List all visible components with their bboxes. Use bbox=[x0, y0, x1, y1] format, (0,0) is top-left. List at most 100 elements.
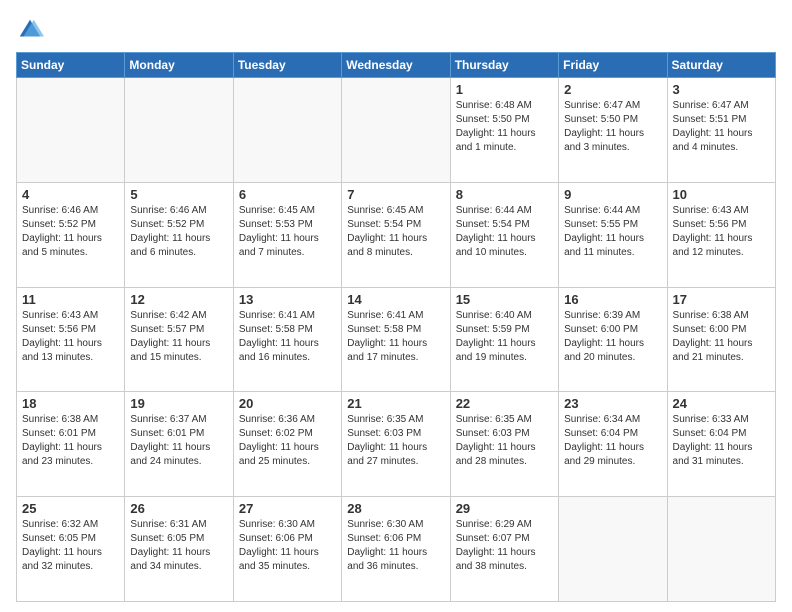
day-number: 5 bbox=[130, 187, 227, 202]
weekday-header-friday: Friday bbox=[559, 53, 667, 78]
day-info: Sunrise: 6:43 AM Sunset: 5:56 PM Dayligh… bbox=[673, 204, 770, 260]
calendar-header: SundayMondayTuesdayWednesdayThursdayFrid… bbox=[17, 53, 776, 78]
weekday-header-tuesday: Tuesday bbox=[233, 53, 341, 78]
day-cell: 1 Sunrise: 6:48 AM Sunset: 5:50 PM Daylig… bbox=[450, 78, 558, 183]
day-cell: 17 Sunrise: 6:38 AM Sunset: 6:00 PM Dayli… bbox=[667, 287, 775, 392]
day-cell bbox=[667, 497, 775, 602]
day-cell: 18 Sunrise: 6:38 AM Sunset: 6:01 PM Dayli… bbox=[17, 392, 125, 497]
day-info: Sunrise: 6:39 AM Sunset: 6:00 PM Dayligh… bbox=[564, 309, 661, 365]
day-number: 1 bbox=[456, 82, 553, 97]
day-number: 6 bbox=[239, 187, 336, 202]
day-cell bbox=[233, 78, 341, 183]
day-number: 23 bbox=[564, 396, 661, 411]
day-info: Sunrise: 6:42 AM Sunset: 5:57 PM Dayligh… bbox=[130, 309, 227, 365]
day-number: 9 bbox=[564, 187, 661, 202]
day-info: Sunrise: 6:36 AM Sunset: 6:02 PM Dayligh… bbox=[239, 413, 336, 469]
day-info: Sunrise: 6:47 AM Sunset: 5:51 PM Dayligh… bbox=[673, 99, 770, 155]
day-info: Sunrise: 6:31 AM Sunset: 6:05 PM Dayligh… bbox=[130, 518, 227, 574]
day-info: Sunrise: 6:46 AM Sunset: 5:52 PM Dayligh… bbox=[22, 204, 119, 260]
day-number: 12 bbox=[130, 292, 227, 307]
week-row-0: 1 Sunrise: 6:48 AM Sunset: 5:50 PM Daylig… bbox=[17, 78, 776, 183]
day-cell: 9 Sunrise: 6:44 AM Sunset: 5:55 PM Daylig… bbox=[559, 182, 667, 287]
day-number: 17 bbox=[673, 292, 770, 307]
week-row-3: 18 Sunrise: 6:38 AM Sunset: 6:01 PM Dayli… bbox=[17, 392, 776, 497]
day-cell: 27Sunrise: 6:30 AM Sunset: 6:06 PM Dayli… bbox=[233, 497, 341, 602]
day-number: 8 bbox=[456, 187, 553, 202]
day-info: Sunrise: 6:32 AM Sunset: 6:05 PM Dayligh… bbox=[22, 518, 119, 574]
day-cell: 25 Sunrise: 6:32 AM Sunset: 6:05 PM Dayli… bbox=[17, 497, 125, 602]
day-cell: 21 Sunrise: 6:35 AM Sunset: 6:03 PM Dayli… bbox=[342, 392, 450, 497]
day-number: 15 bbox=[456, 292, 553, 307]
day-cell: 10 Sunrise: 6:43 AM Sunset: 5:56 PM Dayli… bbox=[667, 182, 775, 287]
page: SundayMondayTuesdayWednesdayThursdayFrid… bbox=[0, 0, 792, 612]
day-cell: 20Sunrise: 6:36 AM Sunset: 6:02 PM Dayli… bbox=[233, 392, 341, 497]
day-info: Sunrise: 6:35 AM Sunset: 6:03 PM Dayligh… bbox=[347, 413, 444, 469]
day-number: 25 bbox=[22, 501, 119, 516]
day-info: Sunrise: 6:45 AM Sunset: 5:53 PM Dayligh… bbox=[239, 204, 336, 260]
day-cell: 2Sunrise: 6:47 AM Sunset: 5:50 PM Daylig… bbox=[559, 78, 667, 183]
day-number: 27 bbox=[239, 501, 336, 516]
day-info: Sunrise: 6:45 AM Sunset: 5:54 PM Dayligh… bbox=[347, 204, 444, 260]
day-cell: 13 Sunrise: 6:41 AM Sunset: 5:58 PM Dayli… bbox=[233, 287, 341, 392]
day-cell: 7Sunrise: 6:45 AM Sunset: 5:54 PM Daylig… bbox=[342, 182, 450, 287]
day-cell: 6 Sunrise: 6:45 AM Sunset: 5:53 PM Daylig… bbox=[233, 182, 341, 287]
day-info: Sunrise: 6:37 AM Sunset: 6:01 PM Dayligh… bbox=[130, 413, 227, 469]
day-info: Sunrise: 6:41 AM Sunset: 5:58 PM Dayligh… bbox=[347, 309, 444, 365]
day-number: 11 bbox=[22, 292, 119, 307]
day-info: Sunrise: 6:47 AM Sunset: 5:50 PM Dayligh… bbox=[564, 99, 661, 155]
day-cell bbox=[342, 78, 450, 183]
week-row-1: 4 Sunrise: 6:46 AM Sunset: 5:52 PM Daylig… bbox=[17, 182, 776, 287]
day-number: 29 bbox=[456, 501, 553, 516]
calendar-table: SundayMondayTuesdayWednesdayThursdayFrid… bbox=[16, 52, 776, 602]
day-number: 13 bbox=[239, 292, 336, 307]
weekday-row: SundayMondayTuesdayWednesdayThursdayFrid… bbox=[17, 53, 776, 78]
day-cell bbox=[559, 497, 667, 602]
weekday-header-monday: Monday bbox=[125, 53, 233, 78]
day-cell: 24 Sunrise: 6:33 AM Sunset: 6:04 PM Dayli… bbox=[667, 392, 775, 497]
day-cell: 26 Sunrise: 6:31 AM Sunset: 6:05 PM Dayli… bbox=[125, 497, 233, 602]
day-info: Sunrise: 6:33 AM Sunset: 6:04 PM Dayligh… bbox=[673, 413, 770, 469]
day-number: 22 bbox=[456, 396, 553, 411]
day-cell: 8 Sunrise: 6:44 AM Sunset: 5:54 PM Daylig… bbox=[450, 182, 558, 287]
day-info: Sunrise: 6:44 AM Sunset: 5:55 PM Dayligh… bbox=[564, 204, 661, 260]
day-info: Sunrise: 6:30 AM Sunset: 6:06 PM Dayligh… bbox=[347, 518, 444, 574]
day-cell: 19 Sunrise: 6:37 AM Sunset: 6:01 PM Dayli… bbox=[125, 392, 233, 497]
day-info: Sunrise: 6:38 AM Sunset: 6:00 PM Dayligh… bbox=[673, 309, 770, 365]
logo-icon bbox=[16, 16, 44, 44]
day-cell: 22Sunrise: 6:35 AM Sunset: 6:03 PM Dayli… bbox=[450, 392, 558, 497]
day-info: Sunrise: 6:34 AM Sunset: 6:04 PM Dayligh… bbox=[564, 413, 661, 469]
day-number: 21 bbox=[347, 396, 444, 411]
day-cell: 16Sunrise: 6:39 AM Sunset: 6:00 PM Dayli… bbox=[559, 287, 667, 392]
day-cell bbox=[125, 78, 233, 183]
day-info: Sunrise: 6:38 AM Sunset: 6:01 PM Dayligh… bbox=[22, 413, 119, 469]
day-info: Sunrise: 6:46 AM Sunset: 5:52 PM Dayligh… bbox=[130, 204, 227, 260]
header bbox=[16, 16, 776, 44]
day-number: 19 bbox=[130, 396, 227, 411]
day-info: Sunrise: 6:29 AM Sunset: 6:07 PM Dayligh… bbox=[456, 518, 553, 574]
day-info: Sunrise: 6:40 AM Sunset: 5:59 PM Dayligh… bbox=[456, 309, 553, 365]
day-cell: 28Sunrise: 6:30 AM Sunset: 6:06 PM Dayli… bbox=[342, 497, 450, 602]
day-number: 18 bbox=[22, 396, 119, 411]
day-number: 3 bbox=[673, 82, 770, 97]
day-cell: 5 Sunrise: 6:46 AM Sunset: 5:52 PM Daylig… bbox=[125, 182, 233, 287]
day-cell: 12 Sunrise: 6:42 AM Sunset: 5:57 PM Dayli… bbox=[125, 287, 233, 392]
week-row-2: 11 Sunrise: 6:43 AM Sunset: 5:56 PM Dayli… bbox=[17, 287, 776, 392]
day-cell: 15 Sunrise: 6:40 AM Sunset: 5:59 PM Dayli… bbox=[450, 287, 558, 392]
day-info: Sunrise: 6:44 AM Sunset: 5:54 PM Dayligh… bbox=[456, 204, 553, 260]
day-number: 26 bbox=[130, 501, 227, 516]
day-number: 24 bbox=[673, 396, 770, 411]
day-cell: 3 Sunrise: 6:47 AM Sunset: 5:51 PM Daylig… bbox=[667, 78, 775, 183]
day-cell: 11 Sunrise: 6:43 AM Sunset: 5:56 PM Dayli… bbox=[17, 287, 125, 392]
logo bbox=[16, 16, 48, 44]
day-number: 10 bbox=[673, 187, 770, 202]
day-cell bbox=[17, 78, 125, 183]
weekday-header-thursday: Thursday bbox=[450, 53, 558, 78]
day-number: 4 bbox=[22, 187, 119, 202]
week-row-4: 25 Sunrise: 6:32 AM Sunset: 6:05 PM Dayli… bbox=[17, 497, 776, 602]
day-info: Sunrise: 6:43 AM Sunset: 5:56 PM Dayligh… bbox=[22, 309, 119, 365]
day-info: Sunrise: 6:48 AM Sunset: 5:50 PM Dayligh… bbox=[456, 99, 553, 155]
day-info: Sunrise: 6:41 AM Sunset: 5:58 PM Dayligh… bbox=[239, 309, 336, 365]
weekday-header-saturday: Saturday bbox=[667, 53, 775, 78]
day-cell: 14Sunrise: 6:41 AM Sunset: 5:58 PM Dayli… bbox=[342, 287, 450, 392]
day-cell: 29 Sunrise: 6:29 AM Sunset: 6:07 PM Dayli… bbox=[450, 497, 558, 602]
